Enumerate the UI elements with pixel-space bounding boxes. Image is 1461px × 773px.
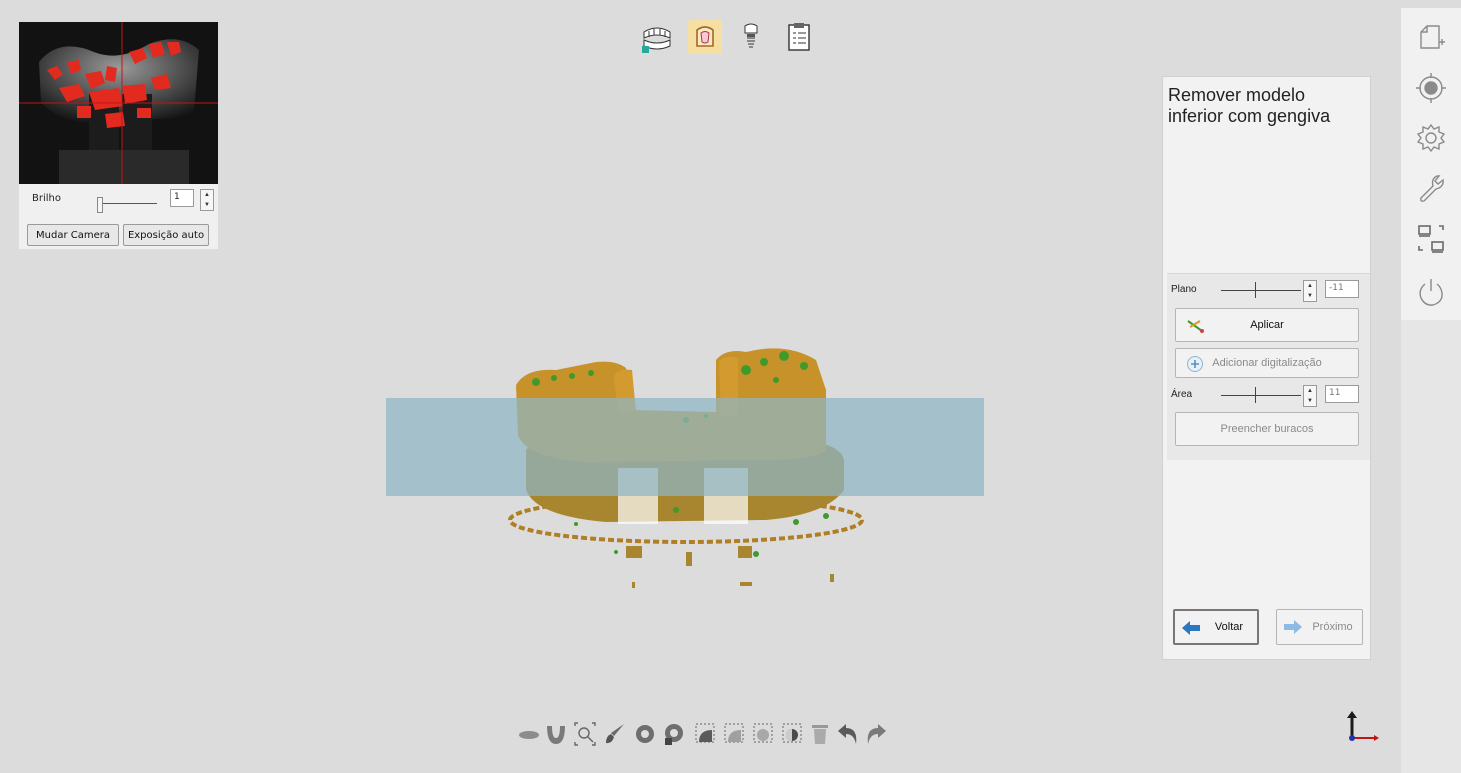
new-document-icon[interactable] [1415, 22, 1447, 54]
top-toolbar [640, 18, 820, 58]
wrench-icon[interactable] [1415, 172, 1447, 204]
camera-preview-panel: Brilho 1 ▲ ▼ Mudar Camera Exposição auto [19, 22, 218, 249]
deselect-icon[interactable] [663, 722, 683, 746]
area-slider[interactable] [1221, 387, 1301, 403]
camera-live-view [19, 22, 218, 184]
rect-select-icon[interactable] [694, 722, 715, 746]
camera-image [19, 22, 218, 184]
implant-icon[interactable] [734, 20, 768, 54]
arrow-left-icon [1181, 620, 1201, 639]
cut-plane[interactable] [386, 398, 984, 496]
axis-orientation-icon [1344, 710, 1380, 744]
area-slider-thumb[interactable] [1255, 387, 1256, 403]
brightness-slider[interactable] [97, 197, 157, 213]
back-label: Voltar [1214, 621, 1244, 633]
next-button[interactable]: Próximo [1276, 609, 1363, 645]
right-sidebar [1401, 8, 1461, 773]
fill-holes-label: Preencher buracos [1220, 423, 1314, 435]
auto-exposure-button[interactable]: Exposição auto [123, 224, 209, 246]
lower-jaw-icon[interactable] [518, 722, 539, 746]
plane-label: Plano [1171, 284, 1197, 295]
plane-slider-thumb[interactable] [1255, 282, 1256, 298]
full-arch-scan-icon[interactable] [640, 20, 674, 54]
plane-slider[interactable] [1221, 282, 1301, 298]
dental-scan-model [386, 348, 984, 588]
rotate-select-icon[interactable] [634, 722, 654, 746]
panel-title: Remover modelo inferior com gengiva [1168, 85, 1331, 126]
rect-deselect-icon[interactable] [723, 722, 744, 746]
add-scan-button[interactable]: Adicionar digitalização [1175, 348, 1359, 378]
area-spinner[interactable]: ▲ ▼ [1303, 385, 1317, 407]
target-icon[interactable] [1415, 72, 1447, 104]
apply-button[interactable]: Aplicar [1175, 308, 1359, 342]
arch-icon[interactable] [545, 722, 565, 746]
sidebar-tools [1401, 8, 1461, 320]
step-panel: Remover modelo inferior com gengiva Plan… [1162, 76, 1371, 660]
change-camera-button[interactable]: Mudar Camera [27, 224, 119, 246]
brush-icon[interactable] [604, 722, 624, 746]
lasso-select-icon[interactable] [752, 722, 773, 746]
fill-holes-button[interactable]: Preencher buracos [1175, 412, 1359, 446]
brightness-slider-thumb[interactable] [97, 197, 103, 213]
brightness-label: Brilho [32, 193, 61, 204]
invert-select-icon[interactable] [781, 722, 802, 746]
area-value-field[interactable]: 11 [1325, 385, 1359, 403]
add-circle-icon [1186, 355, 1204, 376]
arrow-right-icon [1283, 619, 1303, 638]
area-label: Área [1171, 389, 1193, 400]
back-button[interactable]: Voltar [1173, 609, 1259, 645]
screen-switch-icon[interactable] [1415, 222, 1447, 254]
single-tooth-icon[interactable] [688, 20, 722, 54]
brightness-spinner[interactable]: ▲ ▼ [200, 189, 214, 211]
trash-icon[interactable] [809, 722, 829, 746]
redo-icon[interactable] [864, 722, 886, 746]
brightness-value-field[interactable]: 1 [170, 189, 194, 207]
plane-spinner[interactable]: ▲ ▼ [1303, 280, 1317, 302]
power-icon[interactable] [1415, 276, 1447, 308]
apply-cut-icon [1186, 317, 1206, 338]
add-scan-label: Adicionar digitalização [1212, 357, 1322, 369]
next-label: Próximo [1312, 621, 1353, 633]
undo-icon[interactable] [836, 722, 857, 746]
plane-value-field[interactable]: -11 [1325, 280, 1359, 298]
edit-controls-group: Plano ▲ ▼ -11 Aplicar Adicionar digitaliz… [1167, 273, 1370, 460]
settings-gear-icon[interactable] [1415, 122, 1447, 154]
3d-model-viewport[interactable] [386, 340, 986, 600]
report-clipboard-icon[interactable] [782, 20, 816, 54]
zoom-fit-icon[interactable] [574, 722, 596, 746]
apply-label: Aplicar [1250, 319, 1284, 331]
